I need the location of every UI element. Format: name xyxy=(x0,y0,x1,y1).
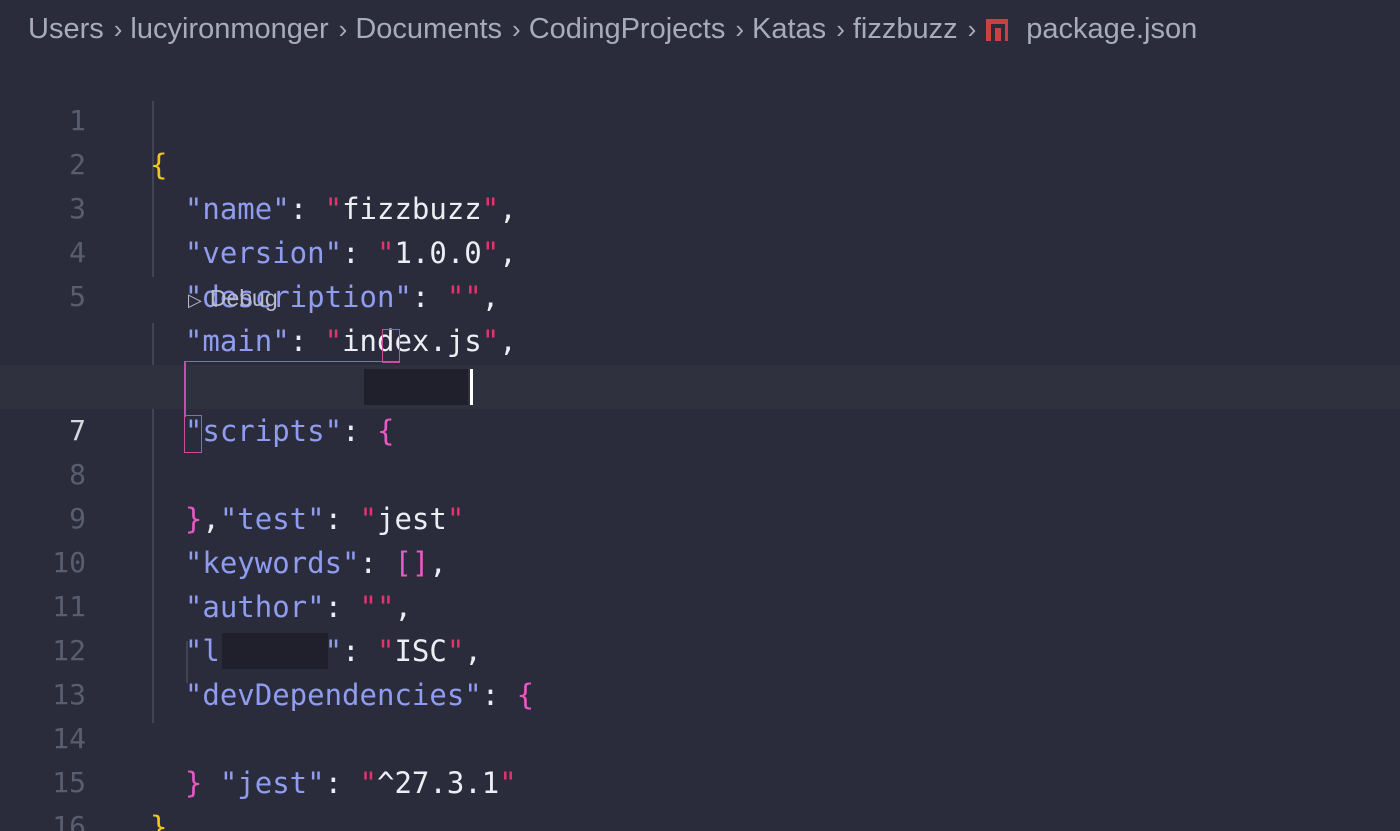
breadcrumb-item-documents[interactable]: Documents xyxy=(355,13,502,46)
text-cursor xyxy=(470,369,473,405)
breadcrumb-item-codingprojects[interactable]: CodingProjects xyxy=(529,13,726,46)
npm-icon xyxy=(986,19,1009,45)
code-line-current[interactable]: 7 "test": "jest" xyxy=(0,365,1400,536)
code-line[interactable]: 13 "jest": "^27.3.1" xyxy=(0,629,1400,800)
breadcrumb-item-user[interactable]: lucyironmonger xyxy=(130,13,328,46)
word-highlight xyxy=(364,369,468,405)
code-line[interactable]: 16 xyxy=(0,761,1400,831)
code-line[interactable]: 2 "name": "fizzbuzz", xyxy=(0,99,1400,226)
breadcrumb-item-users[interactable]: Users xyxy=(28,13,104,46)
code-line[interactable]: 8 }, xyxy=(0,409,1400,536)
bracket-scope-guide xyxy=(184,361,186,417)
bracket-match-close xyxy=(184,415,202,453)
chevron-right-icon: › xyxy=(512,13,521,44)
code-line[interactable]: 15 } xyxy=(0,717,1400,831)
code-line[interactable]: 6 "scripts": { xyxy=(0,321,1400,448)
breadcrumb: Users › lucyironmonger › Documents › Cod… xyxy=(28,6,1197,52)
chevron-right-icon: › xyxy=(735,13,745,44)
breadcrumb-item-fizzbuzz[interactable]: fizzbuzz xyxy=(853,13,958,46)
breadcrumb-item-katas[interactable]: Katas xyxy=(752,13,826,46)
codelens-label: Debug xyxy=(209,285,278,311)
chevron-right-icon: › xyxy=(967,13,977,44)
line-number: 16 xyxy=(52,810,86,831)
chevron-right-icon: › xyxy=(338,13,348,44)
code-editor[interactable]: 1 { 2 "name": "fizzbuzz", 3 "version": "… xyxy=(0,55,1400,831)
debug-codelens[interactable]: ▷ Debug xyxy=(188,283,278,313)
bracket-match-open xyxy=(382,329,400,363)
chevron-right-icon: › xyxy=(113,13,123,44)
code-line[interactable]: 4 "description": "", xyxy=(0,187,1400,314)
code-line[interactable]: 9 "keywords": [], xyxy=(0,453,1400,580)
code-line[interactable]: 11 "license": "ISC", xyxy=(0,541,1400,668)
code-line[interactable]: 1 { xyxy=(0,55,1400,182)
word-highlight xyxy=(222,633,328,669)
play-icon: ▷ xyxy=(188,290,202,310)
breadcrumb-file[interactable]: package.json xyxy=(1026,13,1197,46)
chevron-right-icon: › xyxy=(836,13,845,44)
bracket-scope-line xyxy=(184,361,400,362)
code-line[interactable]: 10 "author": "", xyxy=(0,497,1400,624)
code-line[interactable]: 12 "devDependencies": { xyxy=(0,585,1400,712)
code-line[interactable]: 14 } xyxy=(0,673,1400,800)
code-line[interactable]: 5 "main": "index.js", xyxy=(0,231,1400,358)
code-line[interactable]: 3 "version": "1.0.0", xyxy=(0,143,1400,270)
line-number: 5 xyxy=(69,280,86,313)
